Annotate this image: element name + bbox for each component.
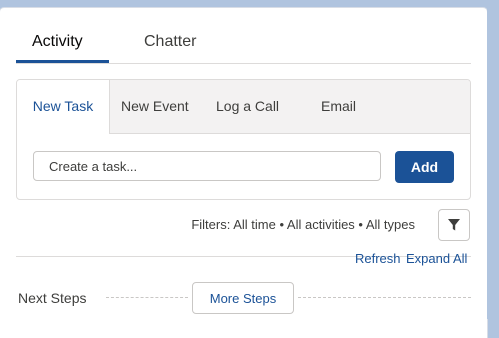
tab-activity-label: Activity <box>32 33 83 50</box>
next-steps-heading: Next Steps <box>18 290 87 306</box>
publisher: New Task New Event Log a Call Email Add <box>16 79 471 200</box>
tab-activity[interactable]: Activity <box>16 32 109 72</box>
refresh-link[interactable]: Refresh <box>355 251 401 266</box>
active-tab-indicator <box>16 60 109 63</box>
create-task-input[interactable] <box>33 151 381 181</box>
divider <box>16 256 471 257</box>
activity-tabs: Activity Chatter <box>16 22 471 64</box>
activity-card: Activity Chatter New Task New Event Log … <box>0 8 487 338</box>
more-steps-button[interactable]: More Steps <box>192 282 294 314</box>
expand-all-link[interactable]: Expand All <box>406 251 467 266</box>
publisher-tab-new-task[interactable]: New Task <box>17 80 110 134</box>
tab-chatter-label: Chatter <box>144 33 197 50</box>
publisher-tab-email[interactable]: Email <box>321 80 356 133</box>
filter-icon <box>448 219 460 231</box>
filter-button[interactable] <box>438 209 470 241</box>
filters-summary: Filters: All time • All activities • All… <box>191 217 415 232</box>
publisher-tab-log-call[interactable]: Log a Call <box>216 80 279 133</box>
publisher-tabs: New Task New Event Log a Call Email <box>17 80 470 134</box>
dashed-divider-left <box>106 297 188 298</box>
page-background-strip <box>487 8 499 319</box>
dashed-divider-right <box>298 297 471 298</box>
tab-chatter[interactable]: Chatter <box>144 32 196 72</box>
add-task-button[interactable]: Add <box>395 151 454 183</box>
publisher-tab-new-event[interactable]: New Event <box>121 80 189 133</box>
